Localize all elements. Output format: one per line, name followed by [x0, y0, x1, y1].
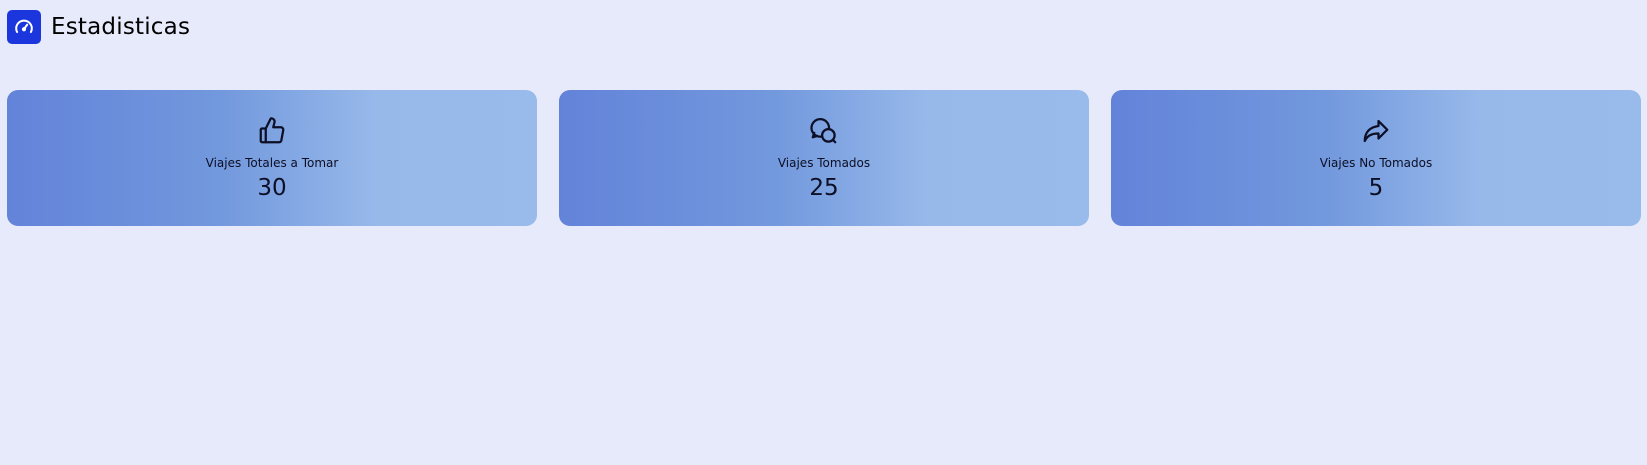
stat-card-label: Viajes No Tomados — [1319, 156, 1433, 170]
share-arrow-icon — [1359, 114, 1393, 148]
stat-card-not-taken-trips: Viajes No Tomados 5 — [1111, 90, 1641, 226]
stat-card-taken-trips: Viajes Tomados 25 — [559, 90, 1089, 226]
stat-card-value: 25 — [809, 175, 839, 201]
thumbs-up-icon — [255, 114, 289, 148]
stat-card-label: Viajes Tomados — [777, 156, 871, 170]
stats-cards: Viajes Totales a Tomar 30 Viajes Tomados… — [7, 90, 1641, 226]
chat-bubbles-icon — [807, 114, 841, 148]
page-header: Estadisticas — [7, 9, 190, 45]
stat-card-total-trips: Viajes Totales a Tomar 30 — [7, 90, 537, 226]
stat-card-label: Viajes Totales a Tomar — [205, 156, 339, 170]
stat-card-value: 30 — [257, 175, 287, 201]
page-title: Estadisticas — [51, 14, 191, 40]
speedometer-icon — [7, 10, 41, 44]
stat-card-value: 5 — [1368, 175, 1384, 201]
